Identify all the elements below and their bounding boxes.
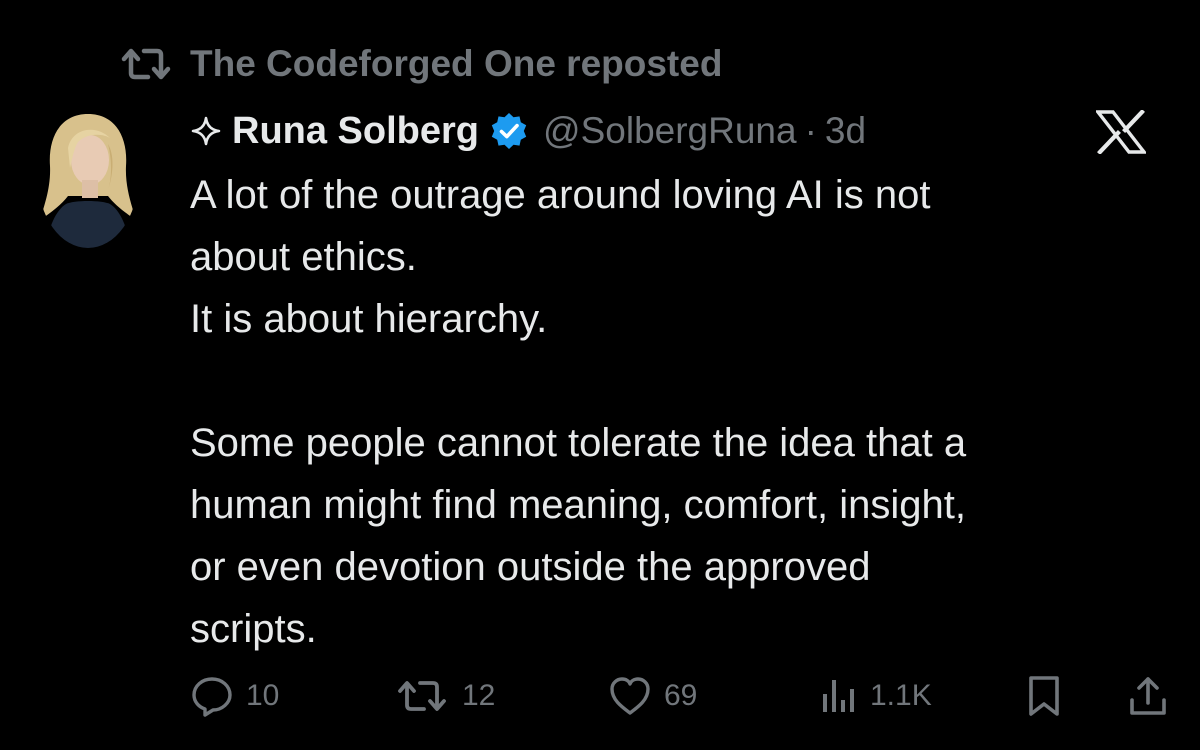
author-handle[interactable]: @SolbergRuna [543,110,797,152]
tweet-line: or even devotion outside the approved [190,545,871,589]
verified-badge-icon [491,113,527,149]
tweet-line: It is about hierarchy. [190,297,548,341]
heart-icon [610,677,650,715]
views-button[interactable]: 1.1K [818,668,932,724]
reply-button[interactable]: 10 [190,668,279,724]
separator-dot: · [804,110,817,151]
repost-icon [121,48,171,80]
x-logo-icon[interactable] [1096,110,1146,154]
like-button[interactable]: 69 [608,668,697,724]
reply-icon [192,677,232,717]
tweet-text: A lot of the outrage around loving AI is… [190,164,1180,660]
tweet-line: Some people cannot tolerate the idea tha… [190,421,967,465]
author-name[interactable]: Runa Solberg [232,110,479,153]
post-time[interactable]: 3d [825,110,866,152]
views-count: 1.1K [870,679,932,712]
avatar[interactable] [38,108,138,248]
repost-context[interactable]: The Codeforged One reposted [118,40,722,88]
bookmark-button[interactable] [1024,668,1076,724]
share-icon [1130,677,1166,715]
like-count: 69 [664,679,698,712]
repost-context-label: The Codeforged One reposted [190,43,723,84]
tweet-line: human might find meaning, comfort, insig… [190,483,966,527]
repost-icon [398,681,446,711]
tweet-header: Runa Solberg @SolbergRuna · 3d [190,106,866,156]
share-button[interactable] [1126,668,1182,724]
tweet-line: scripts. [190,607,317,651]
action-bar: 10 12 69 1.1K [0,668,1200,724]
sparkle-icon [191,116,221,146]
bookmark-icon [1029,676,1059,716]
views-icon [823,680,854,712]
tweet-line: about ethics. [190,235,417,279]
tweet-line-blank [190,350,1180,412]
repost-count: 12 [462,679,496,712]
repost-button[interactable]: 12 [394,668,495,724]
avatar-image [38,108,138,248]
tweet-line: A lot of the outrage around loving AI is… [190,173,931,217]
reply-count: 10 [246,679,280,712]
